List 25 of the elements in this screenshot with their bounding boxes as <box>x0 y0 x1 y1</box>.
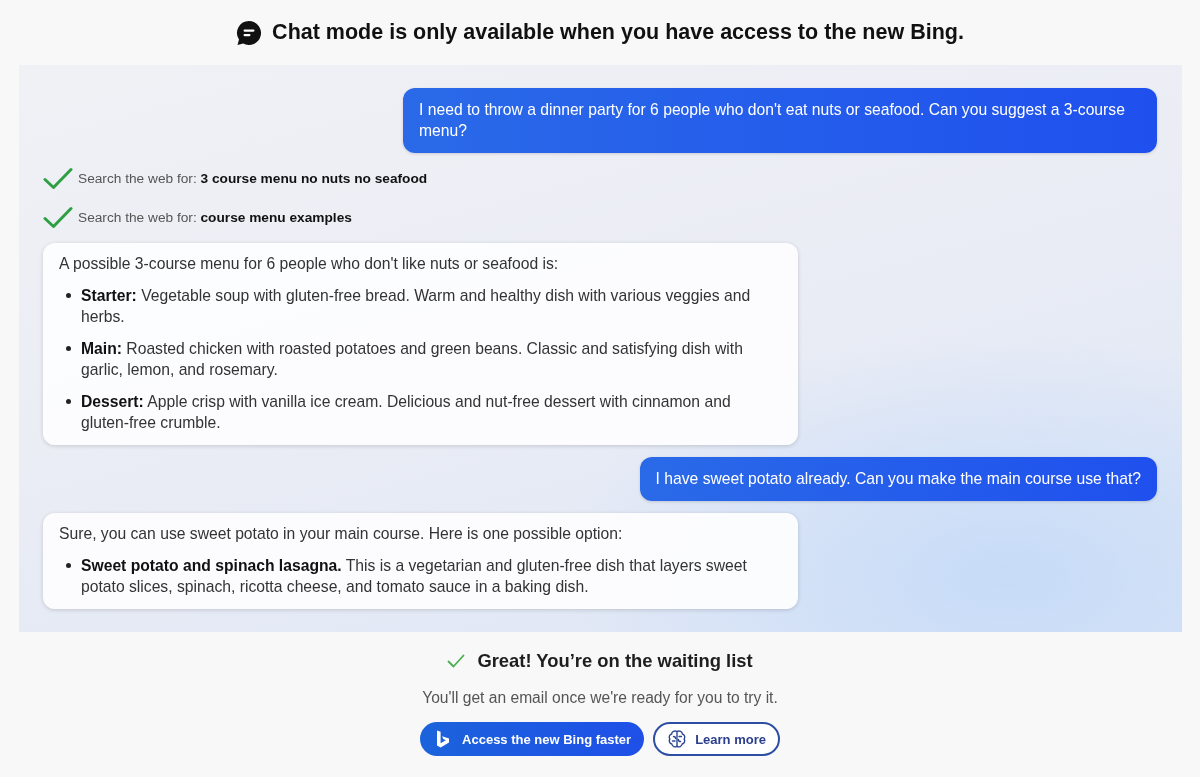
user-message: I need to throw a dinner party for 6 people who don't eat nuts or seafood. Can you suggest a 3-course menu? <box>403 88 1157 153</box>
check-icon <box>43 206 73 229</box>
waitlist-title: Great! You’re on the waiting list <box>477 650 753 672</box>
list-item-text: Main: Roasted chicken with roasted potatoes and green beans. Classic and satisfying dish with garlic, lemon, and rosemary. <box>81 339 744 380</box>
message-text: Sure, you can use sweet potato in your main course. Here is one possible option: <box>59 524 624 544</box>
search-status: Search the web for: course menu examples <box>78 210 352 225</box>
access-bing-button[interactable]: Access the new Bing faster <box>420 722 645 756</box>
chat-bubble-icon <box>236 19 263 46</box>
learn-more-button[interactable]: Learn more <box>653 722 780 756</box>
list-item-text: Sweet potato and spinach lasagna. This is a vegetarian and gluten-free dish that layers sweet potato slices, spinach, ricotta cheese, and tomato sauce in a baking dish. <box>81 556 748 597</box>
b-logo-icon <box>436 730 451 748</box>
list-item-text: Dessert: Apple crisp with vanilla ice cream. Delicious and nut-free dessert with cinnamon and gluten-free crumble. <box>81 392 732 433</box>
user-message: I have sweet potato already. Can you make the main course use that? <box>639 457 1157 501</box>
bullet-icon <box>66 399 71 404</box>
message-text: A possible 3-course menu for 6 people who don't like nuts or seafood is: <box>59 254 560 274</box>
check-icon <box>447 654 466 668</box>
bullet-icon <box>66 346 71 351</box>
list-item-text: Starter: Vegetable soup with gluten-free bread. Warm and healthy dish with various veggies and herbs. <box>81 286 752 327</box>
bullet-icon <box>66 293 71 298</box>
bullet-icon <box>66 563 71 568</box>
brain-icon <box>667 729 688 749</box>
search-status: Search the web for: 3 course menu no nuts no seafood <box>78 171 428 186</box>
page-title: Chat mode is only available when you have access to the new Bing. <box>272 20 964 45</box>
check-icon <box>43 167 73 190</box>
waitlist-subtitle: You'll get an email once we're ready for you to try it. <box>422 688 778 708</box>
